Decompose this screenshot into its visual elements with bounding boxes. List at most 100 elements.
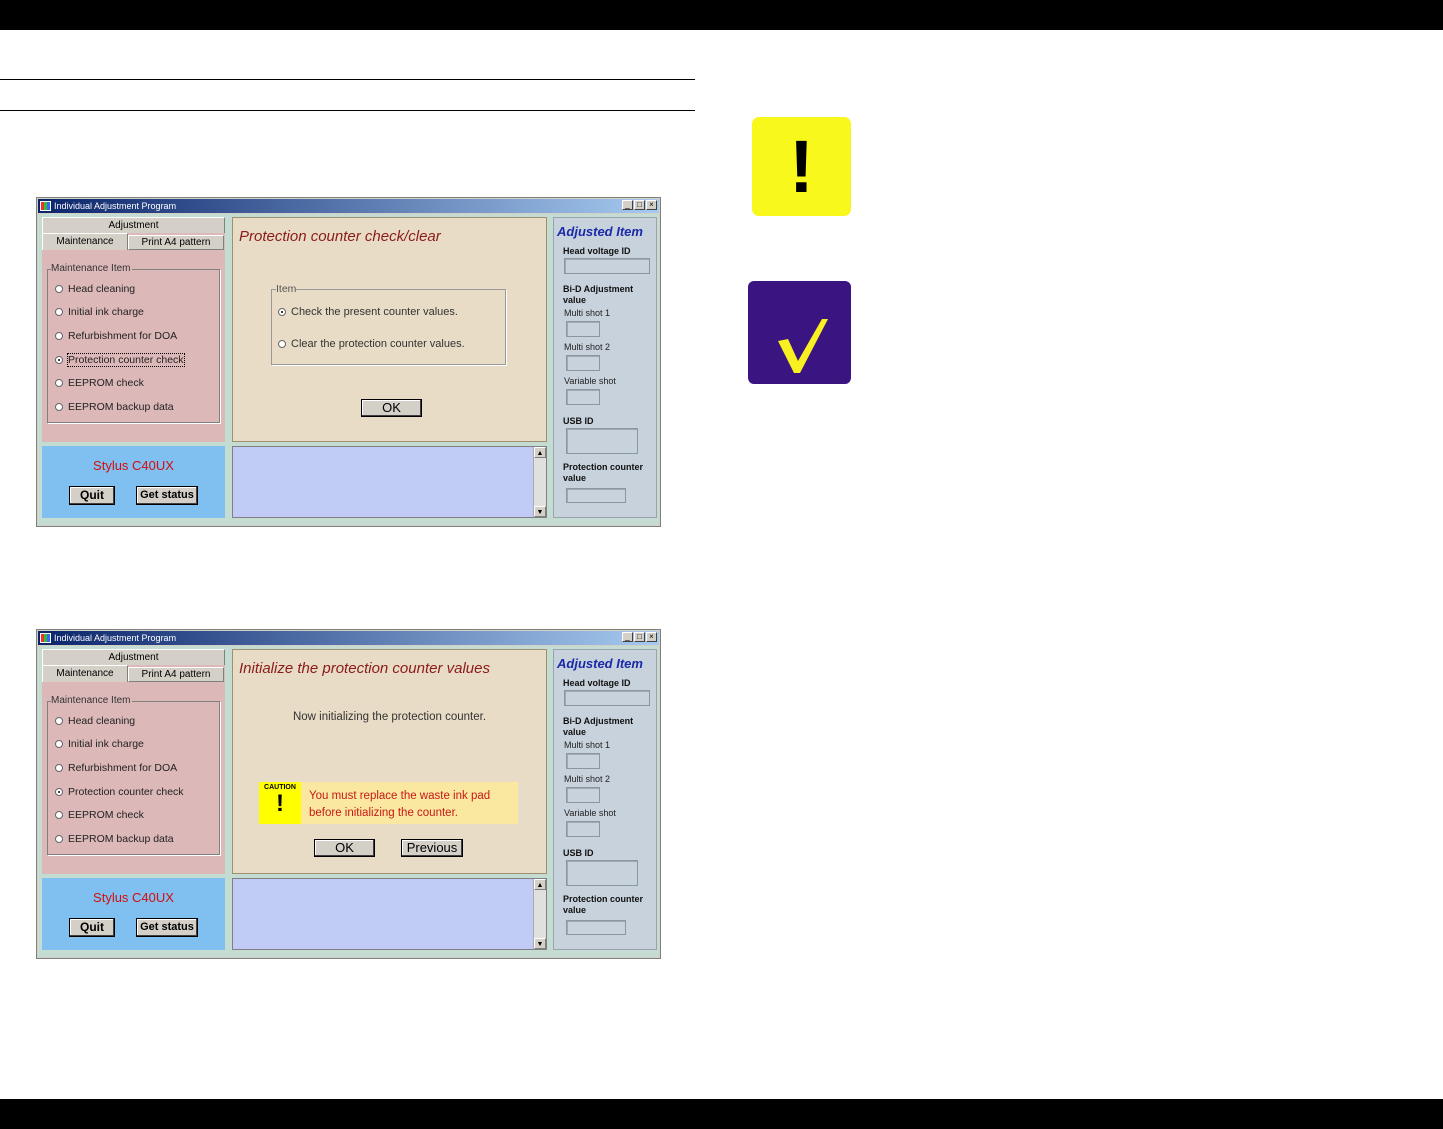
usb-id-label: USB ID (563, 848, 594, 858)
previous-button[interactable]: Previous (401, 839, 463, 857)
tab-maintenance[interactable]: Maintenance (42, 665, 128, 682)
caution-box: CAUTION ! You must replace the waste ink… (259, 782, 518, 824)
vertical-scrollbar[interactable]: ▲ ▼ (533, 447, 546, 517)
close-button[interactable]: × (646, 200, 657, 210)
radio-label: EEPROM backup data (68, 401, 174, 413)
adjustment-window-2: Individual Adjustment Program _ □ × Adju… (36, 629, 661, 959)
tab-adjustment[interactable]: Adjustment (42, 649, 225, 665)
model-panel: Stylus C40UX Quit Get status (42, 878, 225, 950)
radio-check-counter[interactable]: Check the present counter values. (278, 306, 458, 318)
head-voltage-label: Head voltage ID (563, 678, 631, 688)
radio-icon (55, 835, 63, 843)
tab-maintenance[interactable]: Maintenance (42, 233, 128, 250)
multi-shot-1-label: Multi shot 1 (564, 740, 611, 750)
head-voltage-label: Head voltage ID (563, 246, 631, 256)
caution-icon: CAUTION ! (259, 782, 301, 824)
scroll-up-icon[interactable]: ▲ (534, 447, 546, 458)
maximize-button[interactable]: □ (634, 200, 645, 210)
radio-refurbishment[interactable]: Refurbishment for DOA (55, 330, 177, 342)
caution-line-2: before initializing the counter. (309, 807, 458, 819)
usb-id-field (566, 860, 638, 886)
tab-print-a4-pattern[interactable]: Print A4 pattern (128, 235, 224, 250)
variable-shot-label: Variable shot (564, 376, 616, 386)
minimize-button[interactable]: _ (622, 632, 633, 642)
scroll-down-icon[interactable]: ▼ (534, 506, 546, 517)
group-label: Maintenance Item (51, 263, 132, 274)
header-rule-bottom (0, 110, 695, 111)
radio-icon (55, 811, 63, 819)
ok-button[interactable]: OK (361, 399, 422, 417)
radio-initial-ink-charge[interactable]: Initial ink charge (55, 738, 144, 750)
scroll-up-icon[interactable]: ▲ (534, 879, 546, 890)
vertical-scrollbar[interactable]: ▲ ▼ (533, 879, 546, 949)
multi-shot-1-field (566, 321, 600, 337)
tab-print-a4-pattern[interactable]: Print A4 pattern (128, 667, 224, 682)
radio-selected-icon (278, 308, 286, 316)
get-status-button[interactable]: Get status (136, 918, 198, 937)
protection-counter-field (566, 920, 626, 935)
window-title: Individual Adjustment Program (54, 201, 177, 211)
model-name: Stylus C40UX (93, 458, 174, 473)
head-voltage-field (564, 690, 650, 706)
minimize-button[interactable]: _ (622, 200, 633, 210)
window-client: Adjustment Maintenance Print A4 pattern … (38, 214, 659, 525)
window-title: Individual Adjustment Program (54, 633, 177, 643)
radio-eeprom-backup[interactable]: EEPROM backup data (55, 401, 174, 413)
radio-head-cleaning[interactable]: Head cleaning (55, 283, 135, 295)
protection-counter-label: Protection counter value (563, 462, 644, 483)
log-area: ▲ ▼ (232, 446, 547, 518)
usb-id-field (566, 428, 638, 454)
exclamation-icon: ! (276, 790, 284, 817)
tab-adjustment[interactable]: Adjustment (42, 217, 225, 233)
checkmark-icon (748, 281, 851, 384)
adjusted-item-panel: Adjusted Item Head voltage ID Bi-D Adjus… (553, 649, 657, 950)
app-icon (40, 633, 51, 643)
quit-button[interactable]: Quit (69, 486, 115, 505)
radio-eeprom-check[interactable]: EEPROM check (55, 377, 144, 389)
panel-title: Protection counter check/clear (239, 228, 441, 245)
radio-label: EEPROM backup data (68, 833, 174, 845)
radio-refurbishment[interactable]: Refurbishment for DOA (55, 762, 177, 774)
model-name: Stylus C40UX (93, 890, 174, 905)
status-text: Now initializing the protection counter. (292, 711, 487, 723)
radio-clear-counter[interactable]: Clear the protection counter values. (278, 338, 465, 350)
radio-initial-ink-charge[interactable]: Initial ink charge (55, 306, 144, 318)
radio-label: Head cleaning (68, 283, 136, 295)
ok-button[interactable]: OK (314, 839, 375, 857)
panel-title: Initialize the protection counter values (239, 660, 490, 677)
usb-id-label: USB ID (563, 416, 594, 426)
top-bar (0, 0, 1443, 30)
variable-shot-field (566, 821, 600, 837)
radio-eeprom-backup[interactable]: EEPROM backup data (55, 833, 174, 845)
radio-protection-counter-check[interactable]: Protection counter check (55, 786, 184, 798)
multi-shot-1-label: Multi shot 1 (564, 308, 611, 318)
radio-label: Protection counter check (68, 786, 184, 798)
radio-label: Protection counter check (67, 353, 185, 367)
radio-icon (55, 740, 63, 748)
close-button[interactable]: × (646, 632, 657, 642)
radio-head-cleaning[interactable]: Head cleaning (55, 715, 135, 727)
title-bar: Individual Adjustment Program _ □ × (38, 199, 659, 213)
get-status-button[interactable]: Get status (136, 486, 198, 505)
item-group: Item Check the present counter values. C… (271, 283, 506, 365)
maximize-button[interactable]: □ (634, 632, 645, 642)
scroll-down-icon[interactable]: ▼ (534, 938, 546, 949)
radio-label: Clear the protection counter values. (291, 338, 465, 350)
title-bar: Individual Adjustment Program _ □ × (38, 631, 659, 645)
adjusted-item-panel: Adjusted Item Head voltage ID Bi-D Adjus… (553, 217, 657, 518)
radio-icon (55, 332, 63, 340)
head-voltage-field (564, 258, 650, 274)
multi-shot-2-label: Multi shot 2 (564, 774, 611, 784)
quit-button[interactable]: Quit (69, 918, 115, 937)
radio-selected-icon (55, 788, 63, 796)
radio-protection-counter-check[interactable]: Protection counter check (55, 353, 185, 367)
radio-icon (55, 764, 63, 772)
radio-eeprom-check[interactable]: EEPROM check (55, 809, 144, 821)
radio-label: Initial ink charge (68, 306, 144, 318)
bid-label: Bi-D Adjustment value (563, 284, 634, 305)
radio-label: Refurbishment for DOA (68, 762, 178, 774)
radio-label: Head cleaning (68, 715, 136, 727)
multi-shot-2-label: Multi shot 2 (564, 342, 611, 352)
multi-shot-1-field (566, 753, 600, 769)
radio-icon (278, 340, 286, 348)
